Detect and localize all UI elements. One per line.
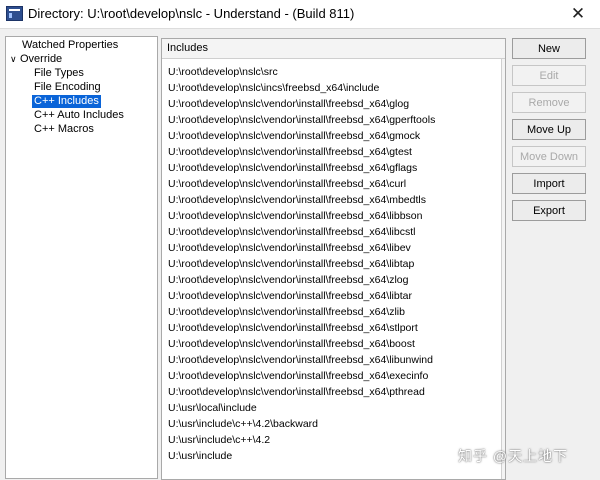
include-path-item[interactable]: U:\root\develop\nslc\vendor\install\free… — [168, 256, 499, 272]
include-path-item[interactable]: U:\usr\include\c++\4.2\backward — [168, 416, 499, 432]
tree-item-cpp-includes[interactable]: C++ Includes — [32, 95, 101, 108]
tree-item-label: C++ Auto Includes — [34, 109, 124, 121]
includes-panel: Includes U:\root\develop\nslc\src U:\roo… — [161, 38, 506, 480]
chevron-down-icon[interactable]: ∨ — [10, 53, 20, 66]
include-path-item[interactable]: U:\root\develop\nslc\vendor\install\free… — [168, 240, 499, 256]
title-bar: Directory: U:\root\develop\nslc - Unders… — [0, 0, 600, 29]
watermark: 知乎 @天上地下 — [458, 448, 569, 464]
tree-item-cpp-macros[interactable]: C++ Macros — [32, 123, 96, 136]
tree-item-label: File Encoding — [34, 81, 101, 93]
include-path-item[interactable]: U:\root\develop\nslc\vendor\install\free… — [168, 208, 499, 224]
includes-list[interactable]: U:\root\develop\nslc\src U:\root\develop… — [168, 64, 499, 464]
include-path-item[interactable]: U:\root\develop\nslc\vendor\install\free… — [168, 176, 499, 192]
includes-column-header[interactable]: Includes — [162, 39, 505, 59]
tree-item-file-encoding[interactable]: File Encoding — [32, 81, 103, 94]
tree-item-override[interactable]: ∨ Override — [8, 53, 64, 66]
move-down-button[interactable]: Move Down — [512, 146, 586, 167]
tree-item-label: C++ Macros — [34, 123, 94, 135]
include-path-item[interactable]: U:\root\develop\nslc\vendor\install\free… — [168, 96, 499, 112]
understand-app-icon — [6, 6, 23, 21]
include-path-item[interactable]: U:\root\develop\nslc\vendor\install\free… — [168, 192, 499, 208]
close-button[interactable]: ✕ — [556, 0, 600, 28]
include-path-item[interactable]: U:\usr\include\c++\4.2 — [168, 432, 499, 448]
tree-item-file-types[interactable]: File Types — [32, 67, 86, 80]
tree-item-label: File Types — [34, 67, 84, 79]
include-path-item[interactable]: U:\root\develop\nslc\vendor\install\free… — [168, 320, 499, 336]
include-path-item[interactable]: U:\root\develop\nslc\vendor\install\free… — [168, 384, 499, 400]
include-path-item[interactable]: U:\root\develop\nslc\vendor\install\free… — [168, 272, 499, 288]
move-up-button[interactable]: Move Up — [512, 119, 586, 140]
include-path-item[interactable]: U:\root\develop\nslc\vendor\install\free… — [168, 336, 499, 352]
options-tree: Watched Properties ∨ Override File Types … — [5, 36, 158, 479]
export-button[interactable]: Export — [512, 200, 586, 221]
include-path-item[interactable]: U:\root\develop\nslc\src — [168, 64, 499, 80]
include-path-item[interactable]: U:\root\develop\nslc\vendor\install\free… — [168, 112, 499, 128]
column-divider — [501, 59, 505, 479]
include-path-item[interactable]: U:\root\develop\nslc\vendor\install\free… — [168, 160, 499, 176]
include-path-item[interactable]: U:\usr\include — [168, 448, 499, 464]
remove-button[interactable]: Remove — [512, 92, 586, 113]
include-path-item[interactable]: U:\root\develop\nslc\vendor\install\free… — [168, 224, 499, 240]
include-path-item[interactable]: U:\root\develop\nslc\vendor\install\free… — [168, 288, 499, 304]
tree-item-cpp-auto-includes[interactable]: C++ Auto Includes — [32, 109, 126, 122]
tree-item-label: Override — [20, 53, 63, 65]
include-path-item[interactable]: U:\root\develop\nslc\vendor\install\free… — [168, 128, 499, 144]
import-button[interactable]: Import — [512, 173, 586, 194]
tree-item-watched-properties[interactable]: Watched Properties — [20, 39, 120, 52]
new-button[interactable]: New — [512, 38, 586, 59]
include-path-item[interactable]: U:\usr\local\include — [168, 400, 499, 416]
include-path-item[interactable]: U:\root\develop\nslc\vendor\install\free… — [168, 368, 499, 384]
include-path-item[interactable]: U:\root\develop\nslc\vendor\install\free… — [168, 144, 499, 160]
include-path-item[interactable]: U:\root\develop\nslc\incs\freebsd_x64\in… — [168, 80, 499, 96]
tree-item-label: C++ Includes — [34, 95, 99, 107]
window-title: Directory: U:\root\develop\nslc - Unders… — [28, 6, 355, 21]
include-path-item[interactable]: U:\root\develop\nslc\vendor\install\free… — [168, 352, 499, 368]
tree-item-label: Watched Properties — [22, 39, 119, 51]
include-path-item[interactable]: U:\root\develop\nslc\vendor\install\free… — [168, 304, 499, 320]
edit-button[interactable]: Edit — [512, 65, 586, 86]
